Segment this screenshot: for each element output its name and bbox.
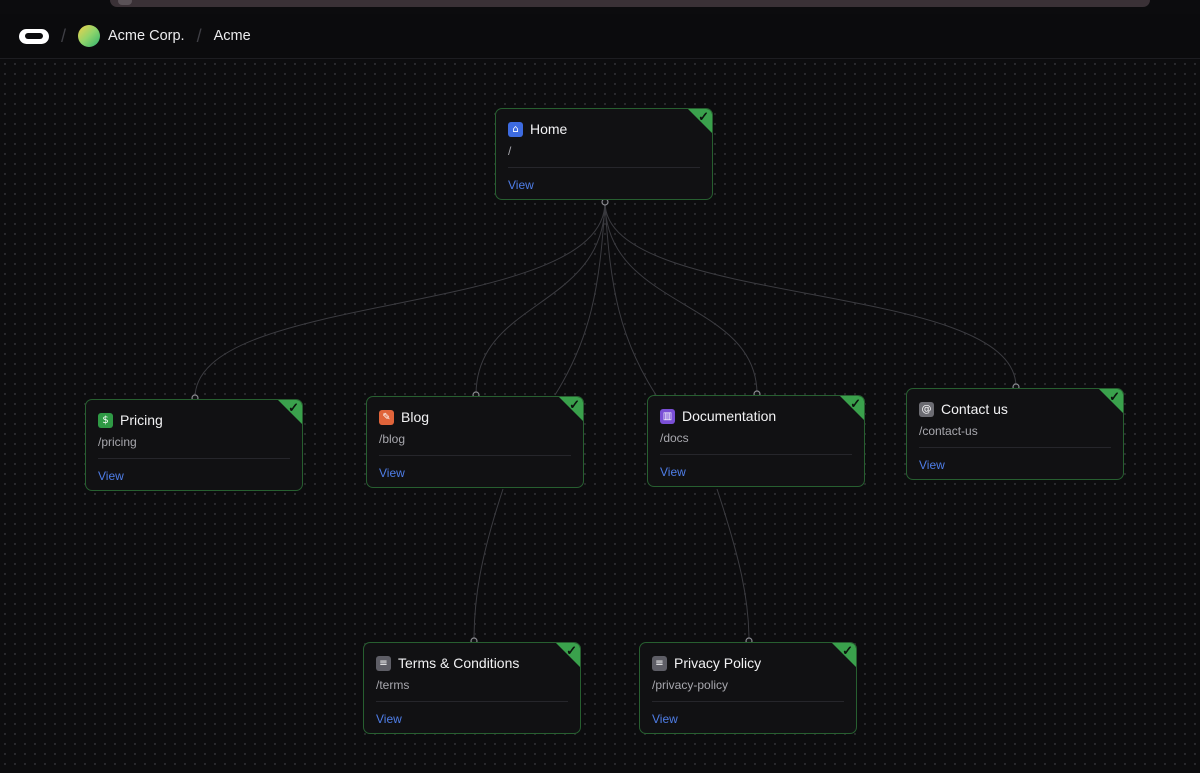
node-path: / <box>508 144 512 158</box>
breadcrumb-project[interactable]: Acme <box>214 28 251 44</box>
node-path: /docs <box>660 431 689 445</box>
view-link[interactable]: View <box>508 178 534 192</box>
edge-home-contact <box>604 201 1017 388</box>
node-divider <box>379 455 571 456</box>
node-title: Home <box>530 121 568 137</box>
top-navigation-bar: / Acme Corp. / Acme <box>0 14 1200 59</box>
node-title: Blog <box>401 409 430 425</box>
node-title: Documentation <box>682 408 777 424</box>
node-divider <box>660 454 852 455</box>
page-node-docs[interactable]: ✓ ▥ Documentation /docs View <box>647 395 865 487</box>
sitemap-canvas[interactable]: ✓ ⌂ Home / View ✓ $ Pricing /pricing Vie… <box>0 59 1200 773</box>
page-node-privacy[interactable]: ✓ ≡ Privacy Policy /privacy-policy View <box>639 642 857 734</box>
node-path: /privacy-policy <box>652 678 729 692</box>
edge-home-blog <box>475 201 606 396</box>
view-link[interactable]: View <box>660 465 686 479</box>
dollar-icon: $ <box>98 412 113 428</box>
check-icon: ✓ <box>566 643 577 658</box>
check-icon: ✓ <box>698 109 709 124</box>
breadcrumb-team[interactable]: Acme Corp. <box>108 28 185 44</box>
page-node-terms[interactable]: ✓ ≡ Terms & Conditions /terms View <box>363 642 581 734</box>
edge-home-docs-secondary <box>604 201 657 396</box>
view-link[interactable]: View <box>379 466 405 480</box>
team-avatar[interactable] <box>78 25 101 47</box>
page-node-blog[interactable]: ✓ ✎ Blog /blog View <box>366 396 584 488</box>
node-divider <box>98 458 290 459</box>
node-title: Terms & Conditions <box>398 655 520 671</box>
view-link[interactable]: View <box>98 469 124 483</box>
check-icon: ✓ <box>569 397 580 412</box>
app-logo-icon[interactable] <box>19 28 49 44</box>
page-node-pricing[interactable]: ✓ $ Pricing /pricing View <box>85 399 303 491</box>
node-path: /pricing <box>98 435 137 449</box>
house-icon: ⌂ <box>508 121 523 137</box>
at-icon: @ <box>919 401 934 417</box>
node-title: Privacy Policy <box>674 655 762 671</box>
check-icon: ✓ <box>842 643 853 658</box>
view-link[interactable]: View <box>376 712 402 726</box>
node-title: Pricing <box>120 412 163 428</box>
node-divider <box>652 701 844 702</box>
breadcrumb-separator: / <box>61 25 67 46</box>
page-node-contact[interactable]: ✓ @ Contact us /contact-us View <box>906 388 1124 480</box>
node-path: /contact-us <box>919 424 978 438</box>
browser-dot <box>118 0 132 5</box>
edge-home-docs <box>604 201 758 395</box>
breadcrumb-separator: / <box>196 25 202 46</box>
node-divider <box>376 701 568 702</box>
document-icon: ≡ <box>652 655 667 671</box>
node-path: /blog <box>379 432 406 446</box>
check-icon: ✓ <box>1109 389 1120 404</box>
node-title: Contact us <box>941 401 1008 417</box>
node-path: /terms <box>376 678 410 692</box>
browser-top-strip <box>0 0 1200 14</box>
node-divider <box>919 447 1111 448</box>
check-icon: ✓ <box>288 400 299 415</box>
view-link[interactable]: View <box>919 458 945 472</box>
edge-blog-terms <box>473 488 504 642</box>
page-node-home[interactable]: ✓ ⌂ Home / View <box>495 108 713 200</box>
browser-address-bar <box>110 0 1150 7</box>
book-icon: ▥ <box>660 408 675 424</box>
pencil-icon: ✎ <box>379 409 394 425</box>
edge-docs-privacy <box>716 488 750 642</box>
view-link[interactable]: View <box>652 712 678 726</box>
check-icon: ✓ <box>850 396 861 411</box>
node-divider <box>508 167 700 168</box>
document-icon: ≡ <box>376 655 391 671</box>
edge-home-blog-secondary <box>554 201 606 396</box>
